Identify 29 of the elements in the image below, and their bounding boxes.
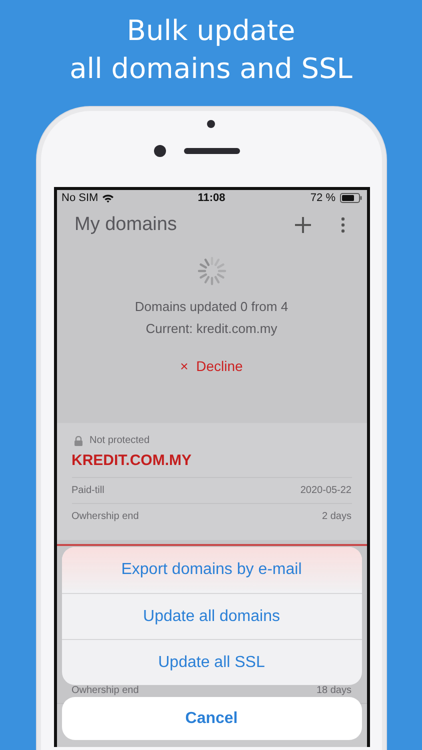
screen-title: My domains [74,214,178,236]
more-icon[interactable] [340,217,344,233]
progress-text: Domains updated 0 from 4 [134,300,288,314]
wifi-icon [102,194,114,202]
progress-text: Current: kredit.com.my [146,322,278,336]
loading-spinner-icon [196,256,226,286]
row-value: 18 days [316,685,352,696]
row-label: Paid-till [72,485,104,496]
action-button[interactable]: Update all domains [62,593,362,639]
row-value: 2 days [322,511,352,522]
battery-icon [340,193,362,203]
action-button[interactable]: Update all SSL [62,639,362,685]
protection-status: Not protected [90,435,150,446]
row-value: 2020-05-22 [300,485,352,496]
domain-name: KREDIT.COM.MY [72,451,192,471]
status-time: 11:08 [198,192,226,204]
row-label: Owhership end [72,685,139,696]
decline-button[interactable]: × Decline [176,356,247,376]
add-icon[interactable] [294,217,310,233]
camera-icon [154,145,166,157]
carrier-label: No SIM [62,192,98,204]
battery-label: 72 % [310,192,336,204]
row-label: Owhership end [72,511,139,522]
headline: Bulk update all domains and SSL [70,13,352,87]
sensor-icon [207,120,215,128]
cancel-button[interactable]: Cancel [62,697,362,740]
lock-icon [74,436,82,446]
speaker-icon [184,148,240,154]
domain-card[interactable]: Not protected KREDIT.COM.MY Paid-till 2020-05-22 Owhership end 2 days [56,423,366,540]
